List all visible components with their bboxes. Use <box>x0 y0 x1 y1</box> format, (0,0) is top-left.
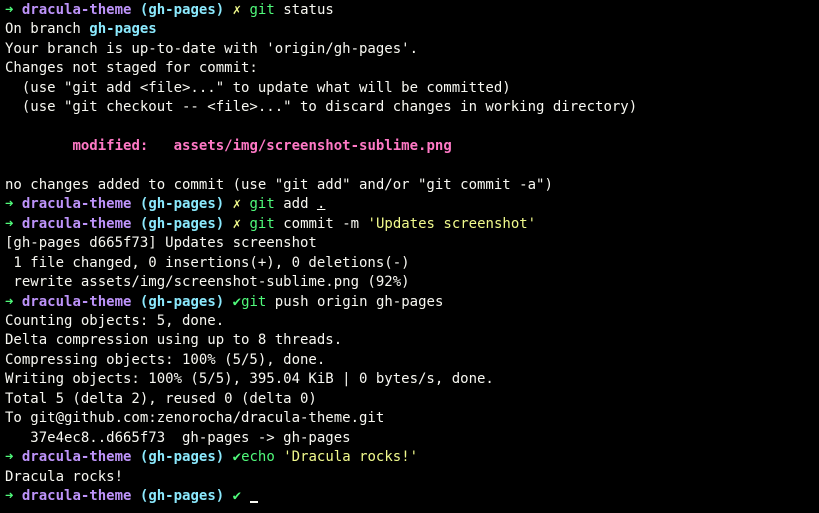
prompt-line: ➜ dracula-theme (gh-pages) ✔git push ori… <box>5 293 819 312</box>
output-line: 37e4ec8..d665f73 gh-pages -> gh-pages <box>5 429 351 446</box>
prompt-directory: dracula-theme <box>21 487 132 504</box>
dirty-mark-icon: ✗ <box>232 2 242 18</box>
prompt-line: ➜ dracula-theme (gh-pages) ✗ git add . <box>5 195 819 214</box>
output-line: Changes not staged for commit: <box>5 60 258 77</box>
prompt-arrow-icon: ➜ <box>5 215 14 232</box>
output-line: On branch gh-pages <box>5 20 819 39</box>
output-line: Counting objects: 5, done. <box>5 313 225 329</box>
modified-file-path: assets/img/screenshot-sublime.png <box>173 138 452 155</box>
text-cursor[interactable] <box>249 500 258 503</box>
clean-check-icon: ✔ <box>232 487 242 504</box>
output-line: Total 5 (delta 2), reused 0 (delta 0) <box>5 390 317 407</box>
command-name: git <box>249 196 275 213</box>
command-args: status <box>283 2 334 18</box>
branch-name: gh-pages <box>89 21 157 38</box>
output-line: (use "git add <file>..." to update what … <box>5 79 511 96</box>
output-text: On branch <box>5 21 90 38</box>
clean-check-icon: ✔ <box>232 449 242 466</box>
prompt-arrow-icon: ➜ <box>5 196 14 213</box>
modified-label: modified: <box>72 138 149 155</box>
output-line: rewrite assets/img/screenshot-sublime.pn… <box>5 274 410 291</box>
output-line: Compressing objects: 100% (5/5), done. <box>5 351 326 368</box>
command-args: push origin gh-pages <box>274 293 444 310</box>
output-line: [gh-pages d665f73] Updates screenshot <box>5 235 317 252</box>
output-line: Delta compression using up to 8 threads. <box>5 332 343 349</box>
output-line: Your branch is up-to-date with 'origin/g… <box>5 40 419 57</box>
active-prompt-line[interactable]: ➜ dracula-theme (gh-pages) ✔ <box>5 487 819 506</box>
prompt-directory: dracula-theme <box>21 196 132 213</box>
prompt-arrow-icon: ➜ <box>5 2 14 18</box>
output-line: Dracula rocks! <box>5 468 124 485</box>
command-args: add <box>283 196 317 213</box>
command-string-arg: 'Updates screenshot' <box>367 215 537 232</box>
output-line: To git@github.com:zenorocha/dracula-them… <box>5 410 385 427</box>
prompt-directory: dracula-theme <box>21 449 132 466</box>
output-line: no changes added to commit (use "git add… <box>5 176 553 193</box>
prompt-arrow-icon: ➜ <box>5 449 14 466</box>
command-arg-dot: . <box>316 196 326 213</box>
prompt-directory: dracula-theme <box>21 215 132 232</box>
prompt-branch: (gh-pages) <box>139 2 225 18</box>
prompt-directory: dracula-theme <box>21 293 132 310</box>
prompt-branch: (gh-pages) <box>139 215 225 232</box>
clean-check-icon: ✔ <box>232 293 242 310</box>
prompt-line: ➜ dracula-theme (gh-pages) ✗ git status <box>5 1 819 20</box>
command-name: echo <box>241 449 275 466</box>
prompt-arrow-icon: ➜ <box>5 293 14 310</box>
command-name: git <box>249 2 275 18</box>
prompt-branch: (gh-pages) <box>139 293 225 310</box>
output-line: (use "git checkout -- <file>..." to disc… <box>5 99 638 116</box>
prompt-directory: dracula-theme <box>21 2 132 18</box>
dirty-mark-icon: ✗ <box>232 196 242 213</box>
prompt-branch: (gh-pages) <box>139 196 225 213</box>
prompt-line: ➜ dracula-theme (gh-pages) ✗ git commit … <box>5 215 819 234</box>
prompt-line: ➜ dracula-theme (gh-pages) ✔echo 'Dracul… <box>5 448 819 467</box>
command-name: git <box>241 293 267 310</box>
terminal-window[interactable]: ➜ dracula-theme (gh-pages) ✗ git status … <box>0 0 819 513</box>
modified-file-line: modified: assets/img/screenshot-sublime.… <box>5 137 819 156</box>
prompt-branch: (gh-pages) <box>139 487 225 504</box>
dirty-mark-icon: ✗ <box>232 215 242 232</box>
output-line: Writing objects: 100% (5/5), 395.04 KiB … <box>5 371 494 388</box>
command-string-arg: 'Dracula rocks!' <box>283 449 419 466</box>
command-name: git <box>249 215 275 232</box>
prompt-branch: (gh-pages) <box>139 449 225 466</box>
command-args: commit -m <box>283 215 368 232</box>
prompt-arrow-icon: ➜ <box>5 487 14 504</box>
output-line: 1 file changed, 0 insertions(+), 0 delet… <box>5 254 410 271</box>
